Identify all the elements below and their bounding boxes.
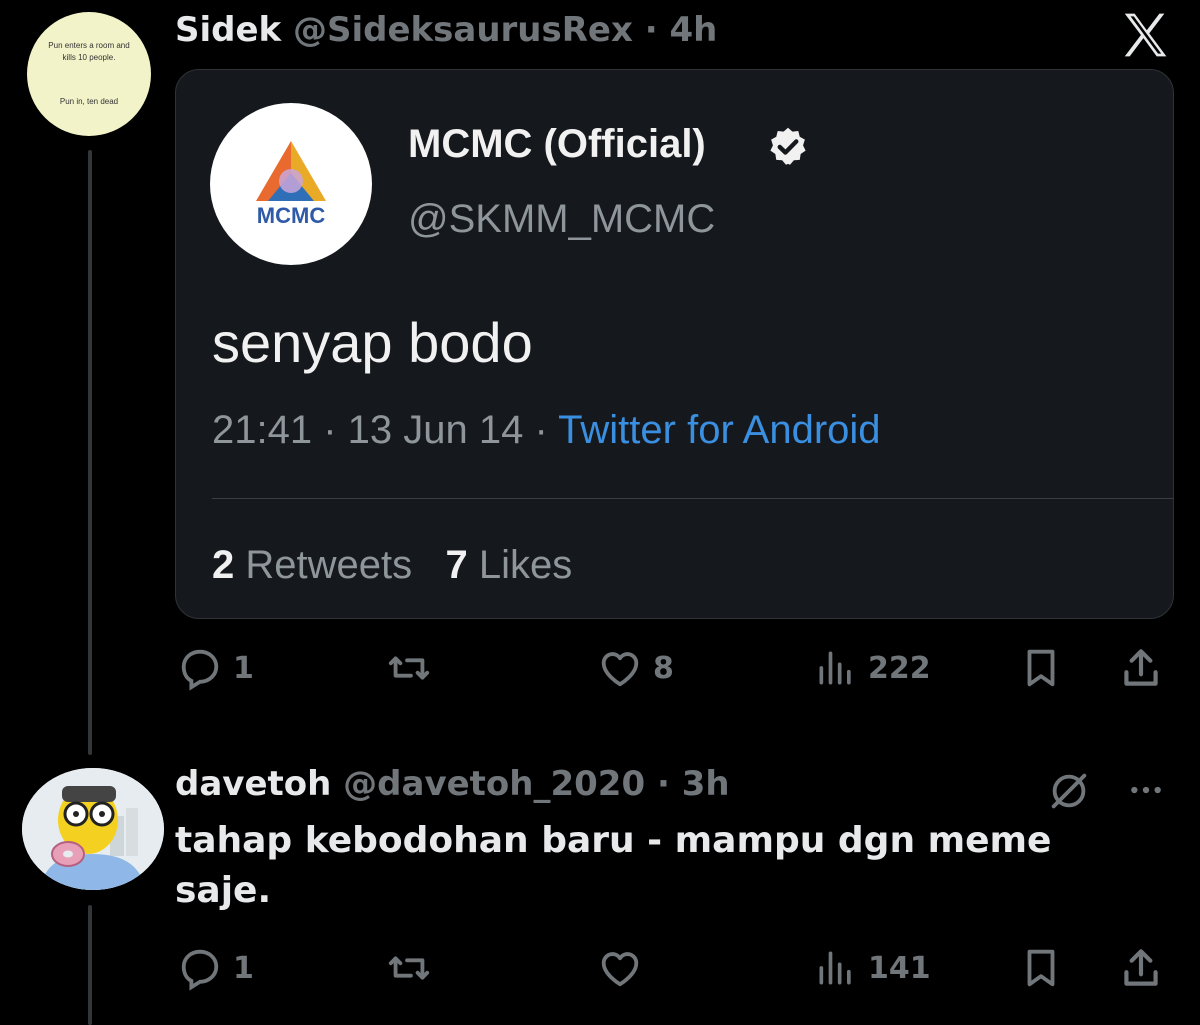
mcmc-logo-text: MCMC: [257, 203, 326, 228]
bookmark-icon[interactable]: [1018, 945, 1064, 991]
reply-icon: [181, 649, 219, 691]
x-logo-icon[interactable]: [1118, 8, 1172, 62]
tweet-time[interactable]: · 4h: [645, 10, 718, 50]
retweet-button[interactable]: [384, 945, 434, 991]
share-icon[interactable]: [1116, 643, 1166, 693]
thread-line: [88, 150, 92, 755]
share-icon[interactable]: [1116, 943, 1166, 993]
reply-count: 1: [233, 650, 254, 686]
avatar-text: kills 10 people.: [62, 53, 116, 62]
like-button[interactable]: [597, 945, 643, 991]
mcmc-logo: MCMC: [210, 103, 372, 265]
avatar-text: Pun enters a room and: [48, 41, 130, 50]
quoted-screenshot-card[interactable]: MCMC MCMC (Official) @SKMM_MCMC senyap b…: [175, 69, 1174, 619]
reply-count: 1: [233, 950, 254, 986]
retweet-icon: [388, 956, 430, 980]
tweet-header: davetoh @davetoh_2020 · 3h: [175, 764, 730, 804]
verified-badge-icon: [770, 127, 806, 165]
display-name[interactable]: davetoh: [175, 764, 331, 804]
views-count: 141: [868, 950, 931, 986]
display-name[interactable]: Sidek: [175, 10, 281, 50]
quoted-stats: 2 Retweets 7 Likes: [212, 543, 572, 588]
divider: [212, 498, 1173, 499]
views-icon: [819, 951, 851, 985]
reply-icon: [181, 949, 219, 991]
quoted-name: MCMC (Official): [408, 122, 706, 166]
tweet-text: tahap kebodohan baru - mampu dgn meme sa…: [175, 820, 1052, 911]
avatar[interactable]: [22, 768, 164, 890]
avatar[interactable]: Pun enters a room and kills 10 people. P…: [27, 12, 151, 136]
thread-line: [88, 905, 92, 1025]
like-icon: [601, 652, 639, 687]
likes-count: 7: [445, 543, 468, 587]
grok-icon[interactable]: [1046, 768, 1092, 814]
views-button[interactable]: 141: [814, 945, 931, 991]
retweet-button[interactable]: [384, 645, 434, 691]
quoted-handle: @SKMM_MCMC: [408, 197, 716, 241]
likes-label: Likes: [467, 543, 573, 587]
user-handle[interactable]: @SideksaurusRex: [293, 10, 633, 50]
like-button[interactable]: 8: [597, 645, 674, 691]
avatar-text: Pun in, ten dead: [59, 97, 119, 106]
retweets-count: 2: [212, 543, 235, 587]
mcmc-logo-icon: MCMC: [256, 141, 326, 228]
tweet-time[interactable]: · 3h: [657, 764, 730, 804]
views-button[interactable]: 222: [814, 645, 931, 691]
reply-button[interactable]: 1: [177, 945, 254, 991]
like-count: 8: [653, 650, 674, 686]
avatar-illustration: [22, 768, 164, 890]
more-icon[interactable]: [1124, 770, 1168, 810]
reply-button[interactable]: 1: [177, 645, 254, 691]
retweet-icon: [388, 656, 430, 680]
like-icon: [601, 952, 639, 987]
bookmark-icon[interactable]: [1018, 645, 1064, 691]
retweets-label: Retweets: [234, 543, 413, 587]
quoted-timestamp: 21:41 · 13 Jun 14 ·: [212, 408, 559, 452]
views-count: 222: [868, 650, 931, 686]
tweet-header: Sidek @SideksaurusRex · 4h: [175, 10, 717, 50]
views-icon: [819, 651, 851, 685]
quoted-text: senyap bodo: [212, 311, 533, 374]
user-handle[interactable]: @davetoh_2020: [343, 764, 645, 804]
quoted-meta: 21:41 · 13 Jun 14 · Twitter for Android: [212, 408, 881, 453]
quoted-source: Twitter for Android: [558, 408, 881, 452]
